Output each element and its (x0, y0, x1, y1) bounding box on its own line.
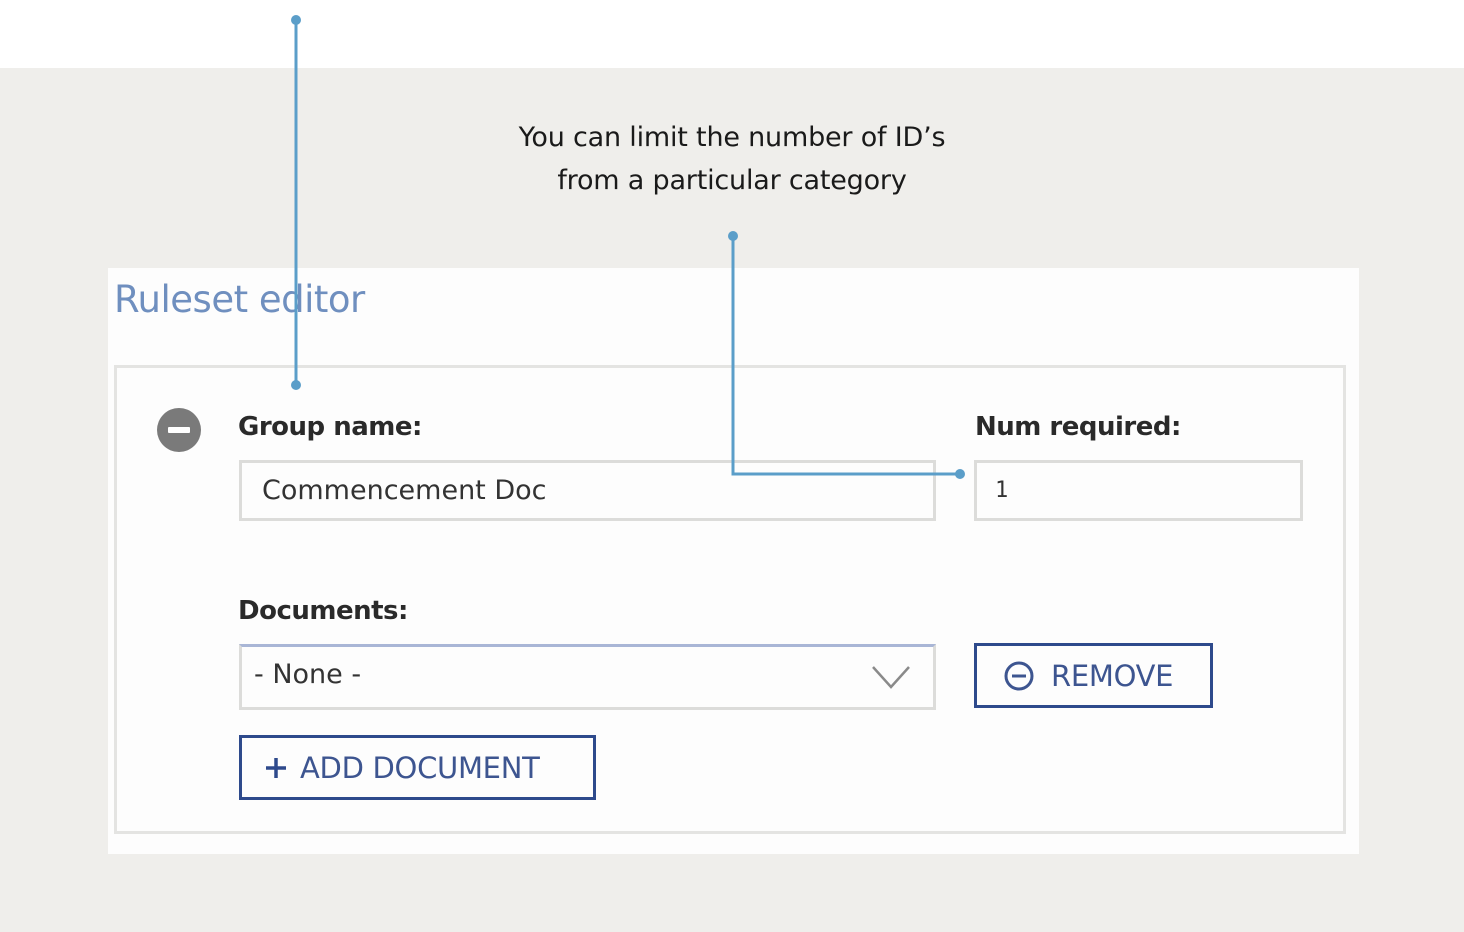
annotation-leader-lines (291, 15, 965, 479)
num-required-leader-line (728, 231, 965, 479)
group-name-leader-line (291, 15, 301, 390)
